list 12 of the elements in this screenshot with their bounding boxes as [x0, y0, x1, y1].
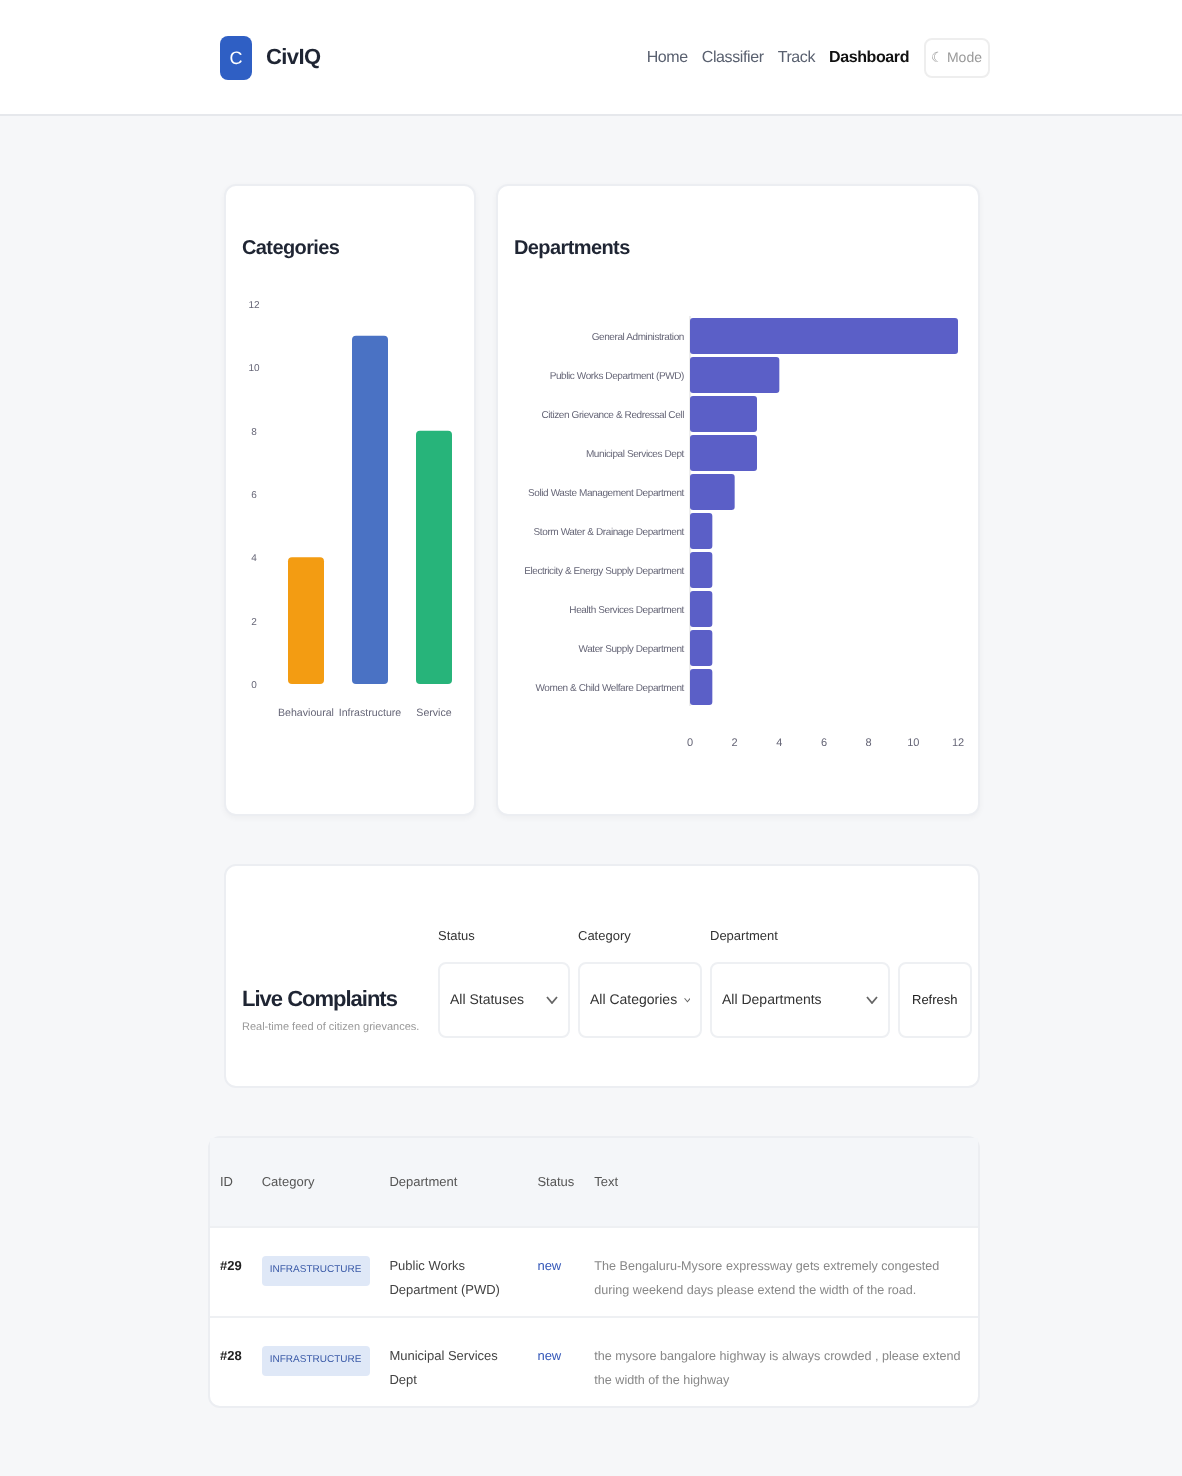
logo[interactable]: C [220, 35, 252, 79]
chevron-down-icon [683, 996, 690, 1004]
chart-title: Categories [242, 238, 342, 260]
nav-link[interactable]: Dashboard [829, 48, 910, 66]
chart-title: Departments [514, 238, 632, 260]
section-title: Live Complaints [242, 988, 399, 1012]
chevron-down-icon [546, 996, 558, 1004]
nav-link[interactable]: Home [646, 48, 688, 66]
chevron-down-icon [866, 996, 878, 1004]
brand-name: CivIQ [266, 45, 321, 69]
nav-link[interactable]: Track [777, 48, 816, 66]
nav-link[interactable]: Classifier [701, 48, 764, 66]
